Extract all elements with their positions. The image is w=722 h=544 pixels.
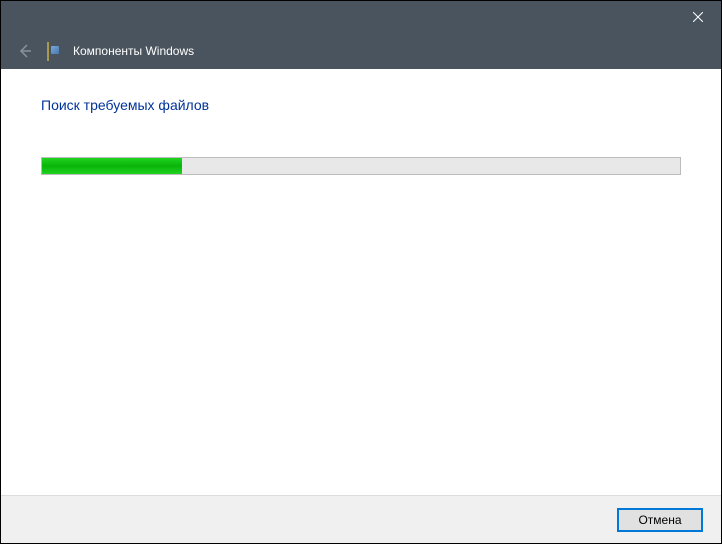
back-arrow-icon bbox=[17, 43, 33, 59]
titlebar bbox=[1, 1, 721, 33]
window-title: Компоненты Windows bbox=[73, 44, 194, 58]
header-bar: Компоненты Windows bbox=[1, 33, 721, 69]
close-button[interactable] bbox=[675, 1, 721, 33]
back-button bbox=[13, 39, 37, 63]
windows-features-icon bbox=[47, 43, 63, 59]
footer-bar: Отмена bbox=[1, 495, 721, 543]
cancel-button[interactable]: Отмена bbox=[617, 508, 703, 532]
progress-fill bbox=[42, 158, 182, 174]
content-area: Поиск требуемых файлов bbox=[1, 69, 721, 175]
close-icon bbox=[693, 12, 703, 22]
progress-bar bbox=[41, 157, 681, 175]
page-heading: Поиск требуемых файлов bbox=[41, 97, 681, 113]
